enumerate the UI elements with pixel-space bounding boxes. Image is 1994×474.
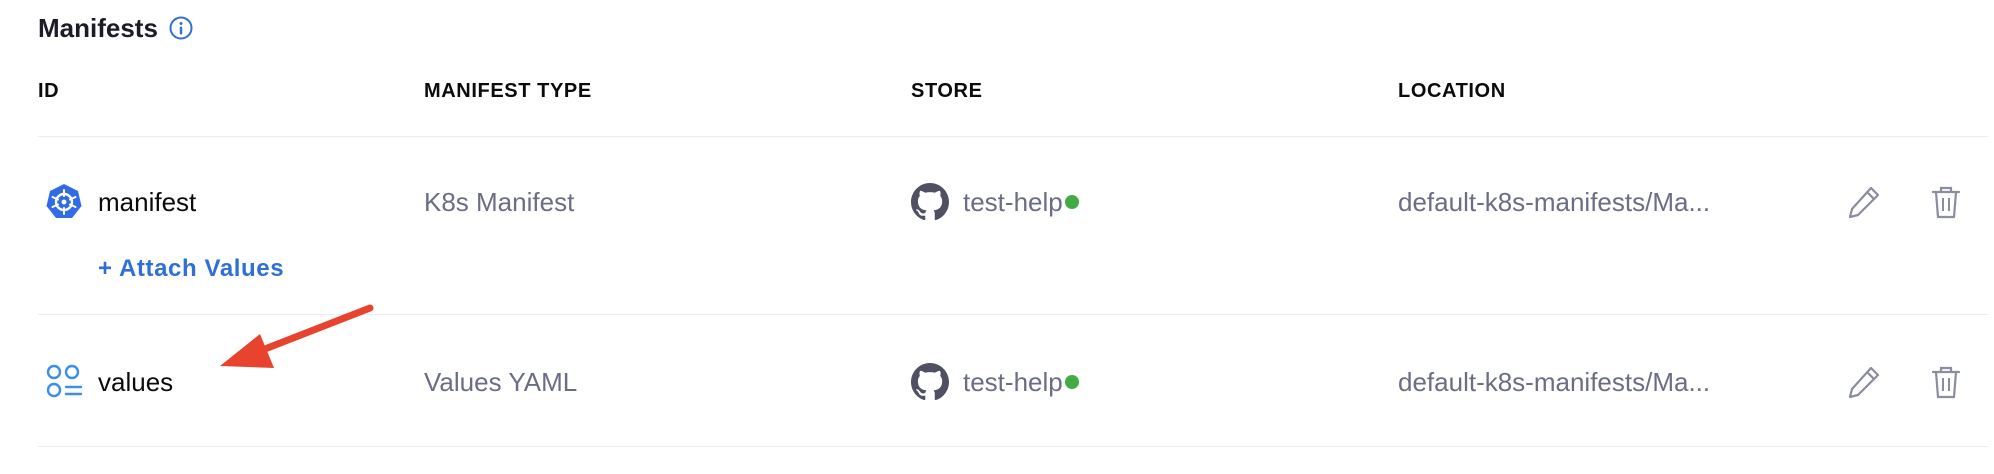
delete-icon[interactable] — [1926, 182, 1966, 222]
manifest-location: default-k8s-manifests/Ma... — [1398, 366, 1711, 397]
section-heading: Manifests — [38, 10, 194, 46]
connector-status-dot — [1064, 375, 1079, 389]
manifest-id: manifest — [98, 186, 197, 217]
column-header-id: ID — [38, 80, 60, 102]
row-id-cell: manifest — [44, 172, 196, 232]
column-header-location: LOCATION — [1398, 80, 1506, 102]
header-divider — [38, 136, 1988, 137]
attach-values-link[interactable]: + Attach Values — [98, 252, 284, 286]
github-icon — [911, 183, 949, 221]
manifest-id: values — [98, 366, 174, 397]
table-row: manifest K8s Manifest test-help default-… — [38, 172, 1988, 232]
column-header-store: STORE — [911, 80, 983, 102]
store-name: test-help — [963, 366, 1063, 397]
row-divider — [38, 446, 1988, 447]
manifests-panel: Manifests ID MANIFEST TYPE STORE LOCATIO… — [0, 0, 1994, 474]
table-header: ID MANIFEST TYPE STORE LOCATION — [38, 76, 1988, 106]
manifest-location: default-k8s-manifests/Ma... — [1398, 186, 1711, 217]
row-id-cell: values — [44, 352, 173, 412]
store-name: test-help — [963, 186, 1063, 217]
edit-icon[interactable] — [1844, 182, 1884, 222]
manifest-type: Values YAML — [424, 366, 578, 397]
github-icon — [911, 363, 949, 401]
edit-icon[interactable] — [1844, 362, 1884, 402]
connector-status-dot — [1064, 195, 1079, 209]
values-icon — [44, 362, 84, 402]
section-title: Manifests — [38, 12, 158, 43]
column-header-manifest-type: MANIFEST TYPE — [424, 80, 592, 102]
annotation-arrow-icon — [200, 296, 380, 376]
manifest-type: K8s Manifest — [424, 186, 575, 217]
info-icon[interactable] — [168, 15, 194, 41]
delete-icon[interactable] — [1926, 362, 1966, 402]
store-cell: test-help — [911, 172, 1079, 232]
kubernetes-icon — [44, 182, 84, 222]
store-cell: test-help — [911, 352, 1079, 412]
